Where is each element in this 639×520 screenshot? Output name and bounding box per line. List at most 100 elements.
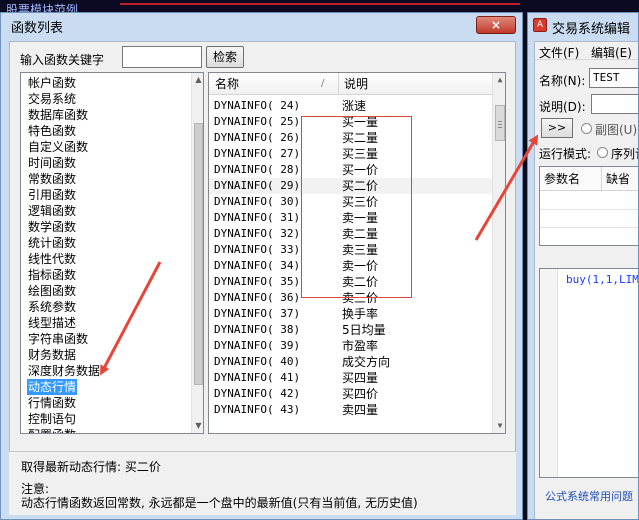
menu-file[interactable]: 文件(F) [539, 44, 579, 61]
category-item[interactable]: 绘图函数 [27, 283, 77, 299]
table-scroll-up-icon[interactable]: ▲ [493, 73, 505, 87]
table-row[interactable]: DYNAINFO( 30) 买三价 [209, 194, 492, 210]
category-item[interactable]: 配置函数 [27, 427, 77, 433]
help-link[interactable]: 公式系统常用问题 [545, 488, 633, 504]
category-item[interactable]: 动态行情 [27, 379, 78, 395]
function-name: DYNAINFO( 42) [214, 387, 301, 400]
run-mode-label: 运行模式: [539, 147, 592, 161]
scroll-down-icon[interactable]: ▼ [192, 419, 203, 433]
function-desc: 市盈率 [342, 339, 379, 353]
category-item[interactable]: 引用函数 [27, 187, 77, 203]
category-item[interactable]: 行情函数 [27, 395, 77, 411]
table-row[interactable]: DYNAINFO( 34) 卖一价 [209, 258, 492, 274]
category-scroll-thumb[interactable] [194, 123, 203, 385]
table-row[interactable]: DYNAINFO( 42) 买四价 [209, 386, 492, 402]
table-row[interactable]: DYNAINFO( 36) 卖三价 [209, 290, 492, 306]
table-scroll-down-icon[interactable]: ▼ [493, 419, 505, 433]
code-editor[interactable]: buy(1,1,LIM [539, 268, 638, 478]
table-row[interactable]: DYNAINFO( 39) 市盈率 [209, 338, 492, 354]
trading-system-editor: A 交易系统编辑 文件(F) 编辑(E) 名称(N): TEST 说明(D): … [527, 12, 639, 520]
category-item[interactable]: 指标函数 [27, 267, 77, 283]
editor-menubar: 文件(F) 编辑(E) [535, 42, 638, 61]
category-item[interactable]: 深度财务数据 [27, 363, 101, 379]
category-item[interactable]: 自定义函数 [27, 139, 89, 155]
category-item[interactable]: 线型描述 [27, 315, 77, 331]
grid-header-param[interactable]: 参数名 [540, 167, 602, 191]
function-table-scroll-thumb[interactable] [495, 105, 505, 141]
table-row[interactable]: DYNAINFO( 31) 卖一量 [209, 210, 492, 226]
search-input[interactable] [122, 46, 202, 68]
function-table[interactable]: 名称 / 说明 ▲ ▼ DYNAINFO( 24) 涨速 DYNAINFO( 25)… [208, 72, 506, 434]
run-mode-radio[interactable] [597, 147, 608, 158]
function-name: DYNAINFO( 38) [214, 323, 301, 336]
category-item[interactable]: 逻辑函数 [27, 203, 77, 219]
code-text[interactable]: buy(1,1,LIM [566, 273, 638, 286]
category-item[interactable]: 常数函数 [27, 171, 77, 187]
column-header-name[interactable]: 名称 [209, 73, 339, 95]
category-item[interactable]: 财务数据 [27, 347, 77, 363]
column-header-name-label: 名称 [215, 77, 240, 91]
function-name: DYNAINFO( 31) [214, 211, 301, 224]
function-name: DYNAINFO( 35) [214, 275, 301, 288]
table-row[interactable]: DYNAINFO( 25) 买一量 [209, 114, 492, 130]
category-item[interactable]: 统计函数 [27, 235, 77, 251]
function-name: DYNAINFO( 41) [214, 371, 301, 384]
function-desc: 成交方向 [342, 355, 391, 369]
category-item[interactable]: 系统参数 [27, 299, 77, 315]
function-desc: 买三价 [342, 195, 379, 209]
name-input[interactable]: TEST [589, 68, 638, 88]
info-note-text: 动态行情函数返回常数, 永远都是一个盘中的最新值(只有当前值, 无历史值) [21, 496, 418, 510]
function-desc: 买二价 [342, 179, 379, 193]
column-header-desc[interactable]: 说明 [340, 73, 492, 95]
table-row[interactable]: DYNAINFO( 27) 买三量 [209, 146, 492, 162]
table-row[interactable]: DYNAINFO( 32) 卖二量 [209, 226, 492, 242]
subchart-radio[interactable] [581, 123, 592, 134]
background-red-line [120, 3, 520, 5]
category-item[interactable]: 线性代数 [27, 251, 77, 267]
grip-line [498, 124, 502, 125]
close-button[interactable]: × [476, 16, 516, 34]
function-name: DYNAINFO( 27) [214, 147, 301, 160]
table-row[interactable]: DYNAINFO( 35) 卖二价 [209, 274, 492, 290]
table-row[interactable]: DYNAINFO( 28) 买一价 [209, 162, 492, 178]
category-item[interactable]: 控制语句 [27, 411, 77, 427]
app-icon: A [533, 18, 547, 32]
function-name: DYNAINFO( 33) [214, 243, 301, 256]
function-desc: 卖二价 [342, 275, 379, 289]
table-row[interactable]: DYNAINFO( 41) 买四量 [209, 370, 492, 386]
table-row[interactable]: DYNAINFO( 40) 成交方向 [209, 354, 492, 370]
info-current-function: 取得最新动态行情: 买二价 [21, 460, 161, 474]
category-item[interactable]: 数学函数 [27, 219, 77, 235]
function-name: DYNAINFO( 37) [214, 307, 301, 320]
category-item[interactable]: 帐户函数 [27, 75, 77, 91]
category-scrollbar[interactable]: ▲ ▼ [191, 73, 203, 433]
table-row[interactable]: DYNAINFO( 29) 买二价 [209, 178, 492, 194]
dialog-title: 函数列表 [11, 21, 64, 36]
function-desc: 买一价 [342, 163, 379, 177]
expand-button[interactable]: >> [541, 118, 573, 138]
function-desc: 卖三量 [342, 243, 379, 257]
subchart-label: 副图(U) [595, 123, 638, 137]
grid-row-line [540, 209, 638, 210]
scroll-up-icon[interactable]: ▲ [192, 73, 203, 87]
dialog-title-bar[interactable]: 函数列表 × [1, 13, 522, 39]
function-name: DYNAINFO( 34) [214, 259, 301, 272]
category-list[interactable]: ▲ ▼ 帐户函数 交易系统 数据库函数 特色函数 自定义函数 时间函数 常数函数 引用函数 逻辑… [20, 72, 204, 434]
table-row[interactable]: DYNAINFO( 43) 卖四量 [209, 402, 492, 418]
table-row[interactable]: DYNAINFO( 37) 换手率 [209, 306, 492, 322]
table-row[interactable]: DYNAINFO( 26) 买二量 [209, 130, 492, 146]
function-table-scrollbar[interactable]: ▲ ▼ [492, 73, 505, 433]
category-item[interactable]: 字符串函数 [27, 331, 89, 347]
table-row[interactable]: DYNAINFO( 33) 卖三量 [209, 242, 492, 258]
param-grid[interactable]: 参数名 缺省 [539, 166, 638, 246]
desc-input[interactable] [591, 94, 638, 114]
table-row[interactable]: DYNAINFO( 38) 5日均量 [209, 322, 492, 338]
category-item[interactable]: 数据库函数 [27, 107, 89, 123]
category-item[interactable]: 时间函数 [27, 155, 77, 171]
search-button[interactable]: 检索 [206, 46, 244, 68]
table-row[interactable]: DYNAINFO( 24) 涨速 [209, 98, 492, 114]
category-item[interactable]: 交易系统 [27, 91, 77, 107]
menu-edit[interactable]: 编辑(E) [591, 44, 632, 61]
category-item[interactable]: 特色函数 [27, 123, 77, 139]
grid-header-default[interactable]: 缺省 [602, 167, 638, 191]
